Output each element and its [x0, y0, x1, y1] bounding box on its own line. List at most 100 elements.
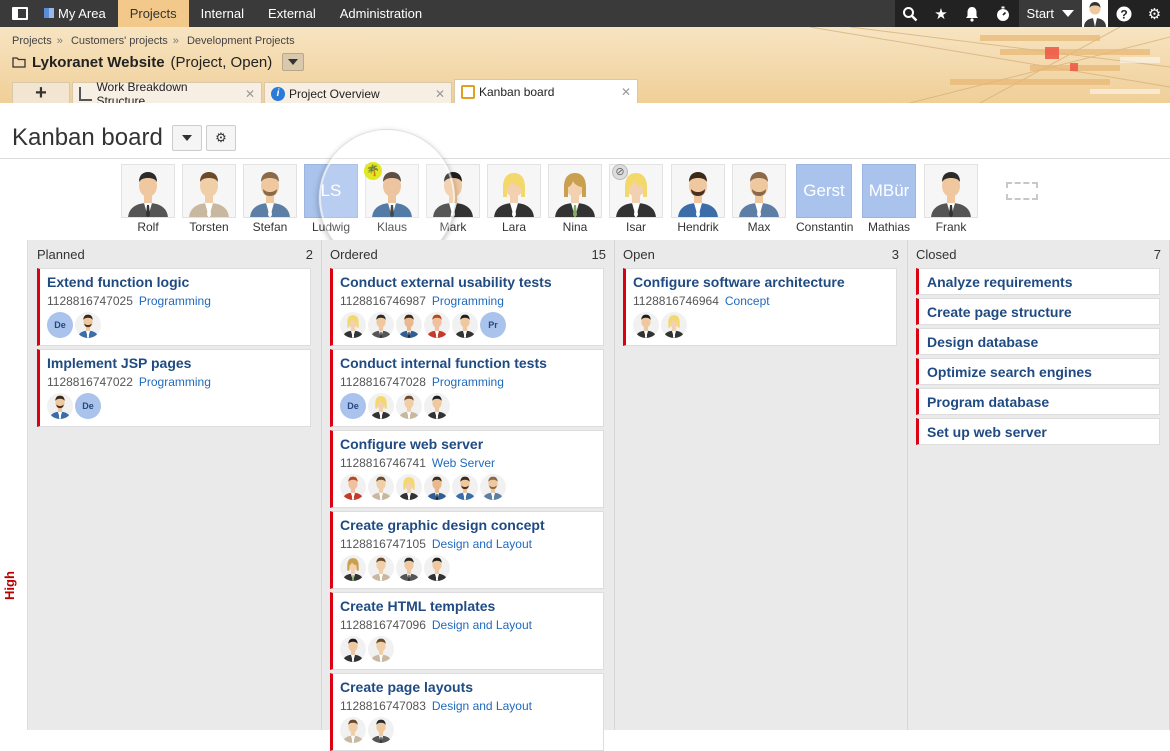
assignee-avatar[interactable]: [368, 474, 394, 500]
assignee-avatar[interactable]: [396, 555, 422, 581]
kanban-card[interactable]: Conduct external usability tests 11288167…: [330, 268, 604, 346]
stopwatch-icon[interactable]: [987, 0, 1019, 27]
assignee-avatar[interactable]: [396, 312, 422, 338]
assignee-avatar[interactable]: [368, 717, 394, 743]
project-menu-button[interactable]: [282, 53, 305, 71]
close-icon[interactable]: ✕: [435, 87, 445, 101]
card-category-link[interactable]: Concept: [725, 294, 770, 308]
card-title[interactable]: Conduct internal function tests: [340, 355, 595, 371]
tab-kanban-board[interactable]: Kanban board ✕: [454, 79, 638, 103]
user-filter-mathias[interactable]: MBür Mathias: [861, 164, 917, 234]
close-icon[interactable]: ✕: [621, 85, 631, 99]
assignee-initials-avatar[interactable]: De: [340, 393, 366, 419]
assignee-avatar[interactable]: [661, 312, 687, 338]
assignee-avatar[interactable]: [340, 717, 366, 743]
card-title[interactable]: Program database: [927, 394, 1151, 410]
card-title[interactable]: Set up web server: [927, 424, 1151, 440]
user-filter-constantin[interactable]: Gerst Constantin: [796, 164, 853, 234]
gear-icon[interactable]: ⚙: [1139, 0, 1170, 27]
search-icon[interactable]: [894, 0, 926, 27]
start-menu[interactable]: Start: [1019, 6, 1082, 21]
nav-administration[interactable]: Administration: [328, 0, 434, 27]
assignee-avatar[interactable]: [368, 636, 394, 662]
nav-external[interactable]: External: [256, 0, 328, 27]
kanban-card[interactable]: Configure software architecture 112881674…: [623, 268, 897, 346]
add-tab-button[interactable]: +: [12, 82, 70, 103]
tab-project-overview[interactable]: i Project Overview ✕: [264, 82, 452, 103]
close-icon[interactable]: ✕: [245, 87, 255, 101]
assignee-avatar[interactable]: [340, 474, 366, 500]
assignee-avatar[interactable]: [452, 312, 478, 338]
user-filter-lara[interactable]: Lara: [486, 164, 542, 234]
card-title[interactable]: Design database: [927, 334, 1151, 350]
card-title[interactable]: Analyze requirements: [927, 274, 1151, 290]
card-title[interactable]: Create page structure: [927, 304, 1151, 320]
assignee-avatar[interactable]: [424, 393, 450, 419]
user-filter-nina[interactable]: Nina: [547, 164, 603, 234]
assignee-initials-avatar[interactable]: Pr: [480, 312, 506, 338]
card-title[interactable]: Create HTML templates: [340, 598, 595, 614]
assignee-avatar[interactable]: [368, 555, 394, 581]
user-filter-mark[interactable]: Mark: [425, 164, 481, 234]
card-title[interactable]: Create graphic design concept: [340, 517, 595, 533]
card-title[interactable]: Create page layouts: [340, 679, 595, 695]
kanban-card[interactable]: Conduct internal function tests 112881674…: [330, 349, 604, 427]
card-title[interactable]: Configure web server: [340, 436, 595, 452]
assignee-avatar[interactable]: [340, 636, 366, 662]
card-category-link[interactable]: Programming: [139, 294, 211, 308]
assignee-avatar[interactable]: [340, 555, 366, 581]
assignee-avatar[interactable]: [368, 393, 394, 419]
kanban-card[interactable]: Extend function logic 1128816747025 Progra…: [37, 268, 311, 346]
card-category-link[interactable]: Programming: [432, 294, 504, 308]
card-title[interactable]: Conduct external usability tests: [340, 274, 595, 290]
kanban-card[interactable]: Configure web server 1128816746741 Web Ser…: [330, 430, 604, 508]
assignee-avatar[interactable]: [480, 474, 506, 500]
kanban-card[interactable]: Create graphic design concept 11288167471…: [330, 511, 604, 589]
card-title[interactable]: Configure software architecture: [633, 274, 888, 290]
user-avatar[interactable]: [1082, 0, 1108, 27]
kanban-card[interactable]: Design database: [916, 328, 1160, 355]
user-filter-hendrik[interactable]: Hendrik: [670, 164, 726, 234]
user-filter-max[interactable]: Max: [731, 164, 787, 234]
kanban-card[interactable]: Optimize search engines: [916, 358, 1160, 385]
card-title[interactable]: Optimize search engines: [927, 364, 1151, 380]
bell-icon[interactable]: [956, 0, 988, 27]
card-category-link[interactable]: Design and Layout: [432, 699, 532, 713]
view-dropdown-button[interactable]: [172, 125, 202, 151]
assignee-avatar[interactable]: [633, 312, 659, 338]
assignee-avatar[interactable]: [340, 312, 366, 338]
nav-projects[interactable]: Projects: [117, 0, 189, 27]
user-filter-rolf[interactable]: Rolf: [120, 164, 176, 234]
assignee-avatar[interactable]: [396, 393, 422, 419]
nav-my-area[interactable]: My Area: [40, 0, 118, 27]
kanban-card[interactable]: Create page layouts 1128816747083 Design a…: [330, 673, 604, 751]
assignee-avatar[interactable]: [452, 474, 478, 500]
kanban-card[interactable]: Program database: [916, 388, 1160, 415]
kanban-card[interactable]: Analyze requirements: [916, 268, 1160, 295]
card-category-link[interactable]: Web Server: [432, 456, 495, 470]
kanban-card[interactable]: Set up web server: [916, 418, 1160, 445]
breadcrumb-customers-projects[interactable]: Customers' projects: [71, 35, 168, 47]
breadcrumb-development-projects[interactable]: Development Projects: [187, 35, 295, 47]
card-title[interactable]: Implement JSP pages: [47, 355, 302, 371]
select-all-users-icon[interactable]: [1006, 182, 1038, 200]
card-category-link[interactable]: Design and Layout: [432, 618, 532, 632]
assignee-avatar[interactable]: [424, 474, 450, 500]
breadcrumb-projects[interactable]: Projects: [12, 35, 52, 47]
kanban-card[interactable]: Create page structure: [916, 298, 1160, 325]
kanban-card[interactable]: Create HTML templates 1128816747096 Design…: [330, 592, 604, 670]
star-icon[interactable]: ★: [925, 0, 957, 27]
user-filter-frank[interactable]: Frank: [923, 164, 979, 234]
card-title[interactable]: Extend function logic: [47, 274, 302, 290]
assignee-avatar[interactable]: [368, 312, 394, 338]
kanban-card[interactable]: Implement JSP pages 1128816747022 Programm…: [37, 349, 311, 427]
card-category-link[interactable]: Design and Layout: [432, 537, 532, 551]
assignee-initials-avatar[interactable]: De: [47, 312, 73, 338]
user-filter-ludwig[interactable]: LS Ludwig: [303, 164, 359, 234]
card-category-link[interactable]: Programming: [139, 375, 211, 389]
assignee-avatar[interactable]: [75, 312, 101, 338]
assignee-initials-avatar[interactable]: De: [75, 393, 101, 419]
nav-internal[interactable]: Internal: [189, 0, 256, 27]
tab-work-breakdown-structure[interactable]: Work Breakdown Structure ✕: [72, 80, 262, 103]
assignee-avatar[interactable]: [424, 555, 450, 581]
